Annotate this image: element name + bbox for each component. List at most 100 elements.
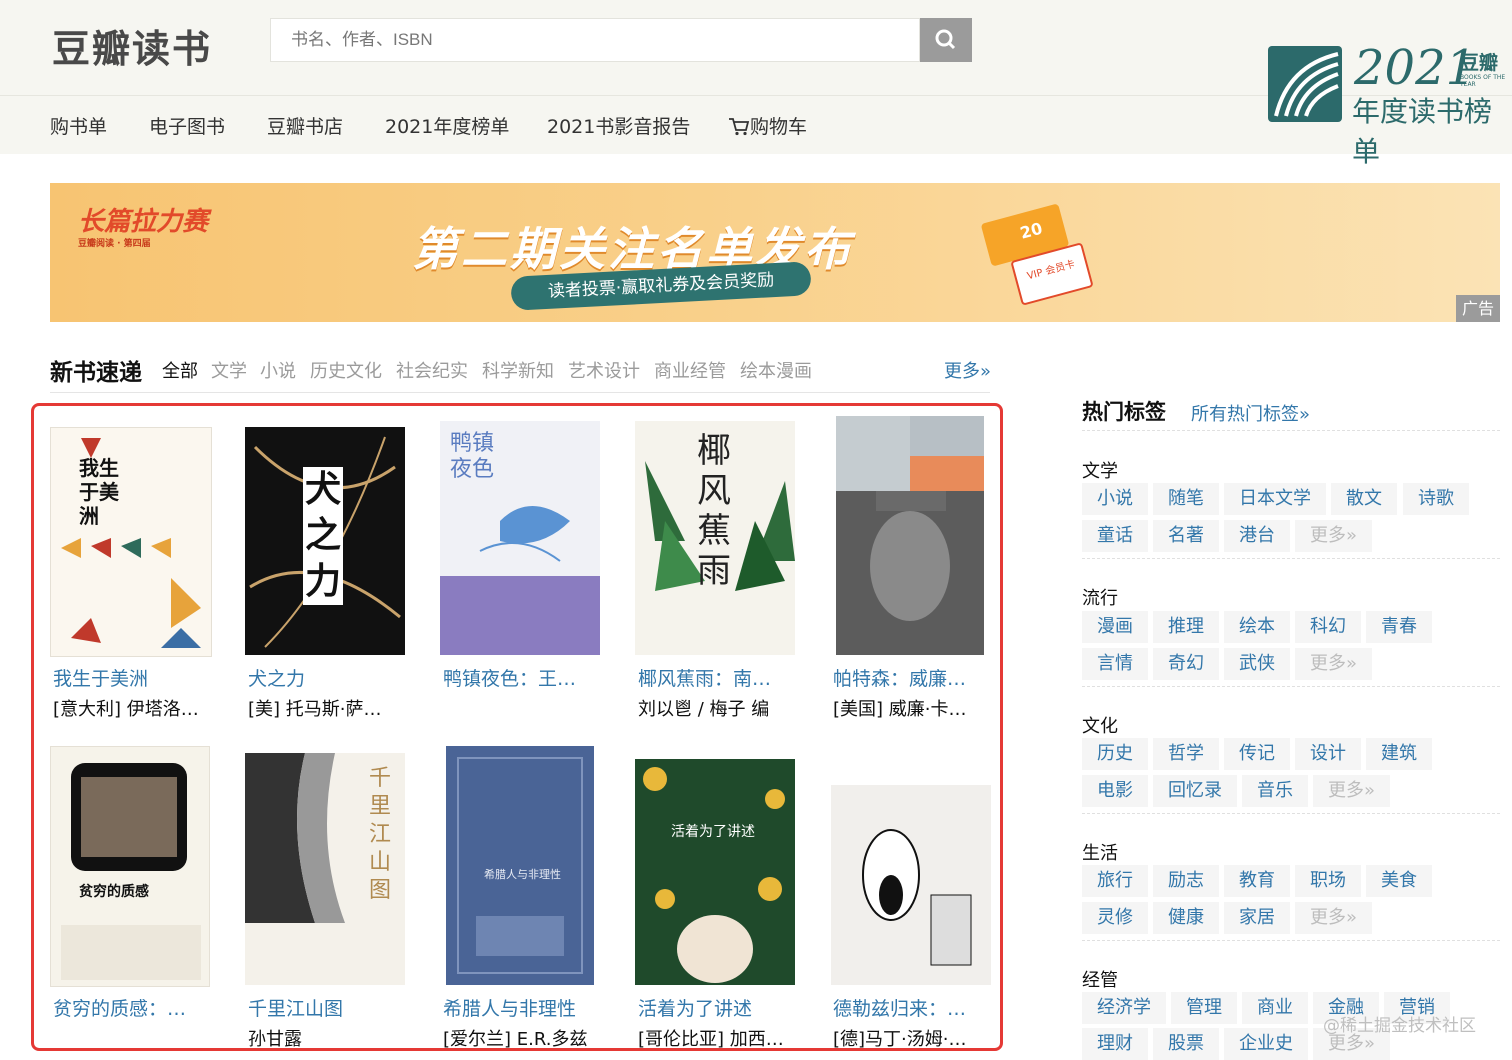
category-fiction[interactable]: 小说 — [260, 357, 296, 383]
book-title[interactable]: 希腊人与非理性 — [443, 994, 576, 1021]
tag-item[interactable]: 哲学 — [1153, 738, 1219, 770]
tag-more-link[interactable]: 更多» — [1295, 902, 1373, 934]
category-art[interactable]: 艺术设计 — [568, 357, 640, 383]
tag-item[interactable]: 股票 — [1153, 1028, 1219, 1060]
category-history[interactable]: 历史文化 — [310, 357, 382, 383]
nav-annual-report[interactable]: 2021书影音报告 — [547, 112, 690, 139]
tag-item[interactable]: 奇幻 — [1153, 648, 1219, 680]
category-business[interactable]: 商业经管 — [654, 357, 726, 383]
annual-title: 年度读书榜单 — [1352, 95, 1493, 168]
book-title[interactable]: 椰风蕉雨：南… — [638, 664, 771, 691]
tag-item[interactable]: 经济学 — [1082, 992, 1166, 1024]
book-cover[interactable] — [836, 416, 984, 655]
tag-item[interactable]: 家居 — [1224, 902, 1290, 934]
nav-ebooks[interactable]: 电子图书 — [149, 112, 225, 139]
tag-item[interactable]: 教育 — [1224, 865, 1290, 897]
tag-item[interactable]: 科幻 — [1295, 611, 1361, 643]
book-author: [哥伦比亚] 加西… — [638, 1029, 784, 1050]
nav-bookstore[interactable]: 豆瓣书店 — [267, 112, 343, 139]
divider — [50, 392, 990, 393]
book-title[interactable]: 德勒兹归来：… — [833, 994, 966, 1021]
book-cover[interactable]: 活着为了讲述 — [635, 759, 795, 985]
category-documentary[interactable]: 社会纪实 — [396, 357, 468, 383]
nav-annual-list[interactable]: 2021年度榜单 — [385, 112, 509, 139]
tag-item[interactable]: 传记 — [1224, 738, 1290, 770]
category-science[interactable]: 科学新知 — [482, 357, 554, 383]
tag-item[interactable]: 漫画 — [1082, 611, 1148, 643]
annual-logo-icon — [1268, 46, 1342, 122]
category-comics[interactable]: 绘本漫画 — [740, 357, 812, 383]
book-cover[interactable]: 犬之力 — [245, 427, 405, 655]
tag-item[interactable]: 励志 — [1153, 865, 1219, 897]
tag-item[interactable]: 武侠 — [1224, 648, 1290, 680]
book-author: [爱尔兰] E.R.多兹 — [443, 1029, 588, 1050]
book-title[interactable]: 帕特森：威廉… — [833, 664, 966, 691]
book-cover[interactable] — [831, 785, 991, 985]
tag-group-life: 生活 — [1082, 843, 1118, 864]
book-author: 孙甘露 — [248, 1029, 302, 1050]
all-tags-link[interactable]: 所有热门标签» — [1191, 400, 1310, 426]
tag-more-link[interactable]: 更多» — [1313, 775, 1391, 807]
book-cover[interactable]: 我生于美洲 — [50, 427, 212, 657]
banner-logo: 长篇拉力赛 豆瓣阅读 · 第四届 — [78, 207, 209, 249]
tag-item[interactable]: 童话 — [1082, 520, 1148, 552]
book-cover[interactable]: 贫穷的质感 — [50, 746, 210, 987]
section-title-new-books: 新书速递 — [50, 360, 142, 386]
tag-item[interactable]: 青春 — [1366, 611, 1432, 643]
book-title[interactable]: 千里江山图 — [248, 994, 343, 1021]
book-title[interactable]: 我生于美洲 — [53, 664, 148, 691]
tag-item[interactable]: 音乐 — [1242, 775, 1308, 807]
tag-item[interactable]: 设计 — [1295, 738, 1361, 770]
category-literature[interactable]: 文学 — [211, 357, 247, 383]
cart-icon — [729, 118, 750, 136]
tag-item[interactable]: 商业 — [1242, 992, 1308, 1024]
tag-item[interactable]: 名著 — [1153, 520, 1219, 552]
tag-item[interactable]: 企业史 — [1224, 1028, 1308, 1060]
divider — [1082, 686, 1500, 687]
book-title[interactable]: 活着为了讲述 — [638, 994, 752, 1021]
book-title[interactable]: 贫穷的质感：… — [53, 994, 186, 1021]
tag-item[interactable]: 理财 — [1082, 1028, 1148, 1060]
tag-item[interactable]: 小说 — [1082, 483, 1148, 515]
tag-item[interactable]: 管理 — [1171, 992, 1237, 1024]
tag-item[interactable]: 灵修 — [1082, 902, 1148, 934]
tag-item[interactable]: 健康 — [1153, 902, 1219, 934]
tag-more-link[interactable]: 更多» — [1295, 520, 1373, 552]
search-icon — [935, 29, 956, 50]
site-logo[interactable]: 豆瓣读书 — [52, 18, 212, 73]
book-cover[interactable]: 鸭镇夜色 — [440, 421, 600, 655]
tag-item[interactable]: 港台 — [1224, 520, 1290, 552]
new-books-more-link[interactable]: 更多» — [944, 357, 991, 383]
book-title[interactable]: 鸭镇夜色：王… — [443, 664, 576, 691]
category-all[interactable]: 全部 — [162, 357, 198, 383]
tag-item[interactable]: 日本文学 — [1224, 483, 1326, 515]
tag-item[interactable]: 旅行 — [1082, 865, 1148, 897]
annual-badge[interactable]: 2021 豆瓣 BOOKS OF THE YEAR 年度读书榜单 — [1268, 40, 1512, 168]
tag-item[interactable]: 诗歌 — [1403, 483, 1469, 515]
search-button[interactable] — [920, 18, 972, 62]
tag-item[interactable]: 绘本 — [1224, 611, 1290, 643]
book-cover[interactable]: 千里江山图 — [245, 753, 405, 985]
tag-item[interactable]: 美食 — [1366, 865, 1432, 897]
tag-item[interactable]: 职场 — [1295, 865, 1361, 897]
tag-item[interactable]: 随笔 — [1153, 483, 1219, 515]
nav-booklist[interactable]: 购书单 — [50, 112, 107, 139]
book-title[interactable]: 犬之力 — [248, 664, 305, 691]
tag-item[interactable]: 建筑 — [1366, 738, 1432, 770]
ad-banner[interactable]: 长篇拉力赛 豆瓣阅读 · 第四届 第二期关注名单发布 读者投票·赢取礼券及会员奖励… — [50, 183, 1500, 322]
divider — [1082, 558, 1500, 559]
nav-cart[interactable]: 购物车 — [728, 112, 807, 139]
tag-more-link[interactable]: 更多» — [1295, 648, 1373, 680]
tag-item[interactable]: 推理 — [1153, 611, 1219, 643]
tag-item[interactable]: 言情 — [1082, 648, 1148, 680]
hot-tags-title: 热门标签 — [1082, 400, 1166, 424]
book-cover[interactable]: 椰风蕉雨 — [635, 421, 795, 655]
tag-item[interactable]: 散文 — [1331, 483, 1397, 515]
tag-item[interactable]: 回忆录 — [1153, 775, 1237, 807]
tag-group-literature: 文学 — [1082, 461, 1118, 482]
search-input[interactable]: 书名、作者、ISBN — [270, 18, 920, 62]
tag-item[interactable]: 电影 — [1082, 775, 1148, 807]
tag-group-business: 经管 — [1082, 970, 1118, 991]
book-cover[interactable]: 希腊人与非理性 — [446, 746, 594, 985]
tag-item[interactable]: 历史 — [1082, 738, 1148, 770]
